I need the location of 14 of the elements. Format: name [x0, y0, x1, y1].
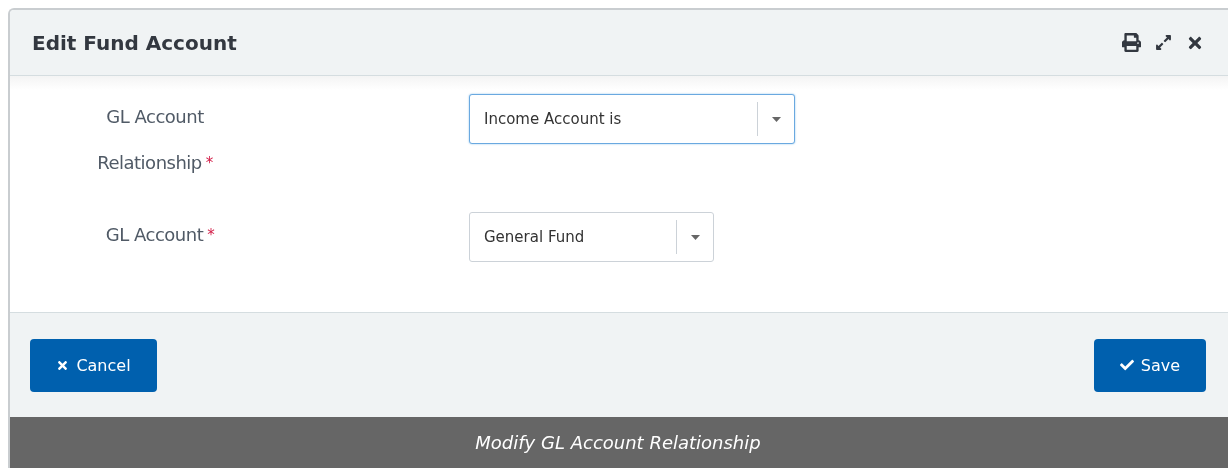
caret-icon: [690, 234, 700, 240]
close-icon: [56, 358, 70, 372]
dropdown-field[interactable]: General Fund: [469, 212, 714, 262]
print-icon[interactable]: [1122, 33, 1141, 52]
field-label: GL Account Relationship *: [96, 105, 214, 175]
field-label: GL Account *: [104, 223, 216, 247]
check-icon: [1119, 358, 1134, 372]
expand-icon[interactable]: [1155, 34, 1172, 51]
caption-bar: Modify GL Account Relationship: [10, 417, 1228, 468]
caret-icon: [771, 116, 781, 122]
dropdown-field[interactable]: Income Account is: [469, 94, 795, 144]
cancel-button[interactable]: Cancel: [30, 338, 157, 392]
save-button[interactable]: Save: [1094, 338, 1206, 392]
dialog-title: Edit Fund Account: [32, 30, 237, 55]
